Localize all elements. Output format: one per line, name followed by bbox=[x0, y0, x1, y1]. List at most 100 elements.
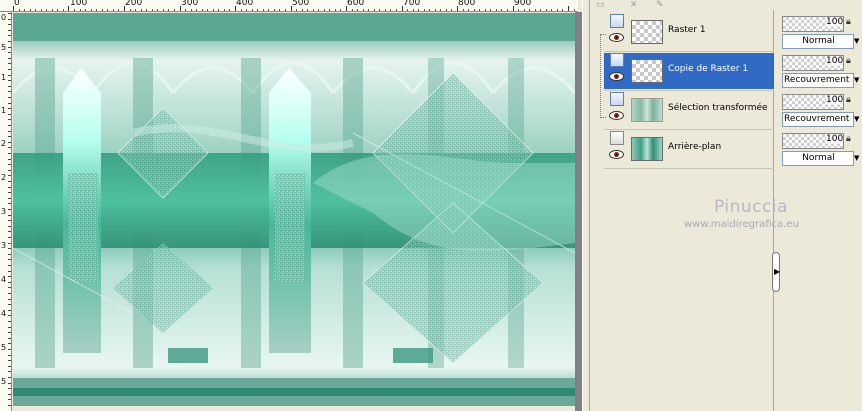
ruler-tick bbox=[307, 9, 308, 11]
new-layer-icon[interactable]: ▭ bbox=[596, 0, 605, 10]
ruler-tick bbox=[8, 355, 11, 356]
layer-row-selection-transformee[interactable]: Sélection transformée bbox=[604, 92, 774, 128]
eye-visibility-icon[interactable] bbox=[609, 72, 624, 81]
ruler-tick bbox=[546, 9, 547, 11]
horizontal-ruler: 0 100 200 300 400 500 600 700 800 900 bbox=[0, 0, 578, 12]
ruler-tick bbox=[8, 30, 11, 31]
ruler-tick bbox=[357, 9, 358, 11]
ruler-label: 4 bbox=[1, 275, 7, 284]
layer-thumbnail bbox=[631, 98, 663, 122]
ruler-tick bbox=[8, 383, 11, 384]
ruler-tick bbox=[8, 24, 11, 25]
ruler-tick bbox=[8, 164, 11, 165]
ruler-tick bbox=[8, 304, 11, 305]
ruler-tick bbox=[202, 9, 203, 11]
ruler-tick bbox=[41, 9, 42, 11]
divider bbox=[604, 168, 774, 169]
layers-toolbar: ▭ ✕ ✎ bbox=[590, 0, 780, 10]
blend-mode-select[interactable]: Recouvrement bbox=[782, 73, 854, 88]
divider bbox=[604, 90, 774, 91]
ruler-tick bbox=[8, 243, 11, 244]
ruler-tick bbox=[335, 9, 336, 11]
ruler-tick bbox=[352, 9, 353, 11]
ruler-tick bbox=[8, 332, 11, 333]
ruler-tick bbox=[174, 9, 175, 11]
ruler-tick bbox=[8, 215, 11, 216]
ruler-tick bbox=[152, 9, 153, 11]
ruler-tick bbox=[540, 9, 541, 11]
layer-thumbnail bbox=[631, 59, 663, 83]
image-canvas[interactable] bbox=[13, 13, 575, 406]
lock-icon[interactable]: 🔒︎ bbox=[846, 56, 856, 68]
ruler-tick bbox=[507, 9, 508, 11]
ruler-label: 100 bbox=[70, 0, 88, 8]
ruler-tick bbox=[146, 9, 147, 11]
ruler-tick bbox=[8, 315, 11, 316]
edit-icon[interactable]: ✎ bbox=[656, 0, 664, 10]
ruler-label: 4 bbox=[1, 309, 7, 318]
ruler-tick bbox=[8, 80, 11, 81]
ruler-tick bbox=[135, 9, 136, 11]
chevron-down-icon[interactable]: ▼ bbox=[854, 34, 862, 49]
blend-mode-select[interactable]: Recouvrement bbox=[782, 112, 854, 127]
ruler-tick bbox=[130, 9, 131, 11]
ruler-label: 5 bbox=[1, 43, 7, 52]
ruler-label: 1 bbox=[1, 106, 7, 115]
ruler-tick bbox=[513, 6, 514, 11]
layer-thumbnail bbox=[631, 20, 663, 44]
ruler-label: 900 bbox=[514, 0, 532, 8]
ruler-tick bbox=[80, 9, 81, 11]
layer-row-copie-de-raster-1[interactable]: Copie de Raster 1 bbox=[604, 53, 774, 89]
ruler-tick bbox=[8, 276, 11, 277]
ruler-tick bbox=[8, 181, 11, 182]
ruler-tick bbox=[8, 153, 11, 154]
chevron-down-icon[interactable]: ▼ bbox=[854, 73, 862, 88]
blend-mode-select[interactable]: Normal bbox=[782, 34, 854, 49]
ruler-label: 3 bbox=[1, 241, 7, 250]
ruler-tick bbox=[429, 9, 430, 11]
ruler-tick bbox=[302, 9, 303, 11]
opacity-value: 100 bbox=[826, 134, 844, 144]
ruler-tick bbox=[8, 226, 11, 227]
eye-visibility-icon[interactable] bbox=[609, 33, 624, 42]
ruler-tick bbox=[107, 9, 108, 11]
panel-splitter[interactable] bbox=[582, 0, 590, 411]
ruler-tick bbox=[180, 6, 181, 11]
ruler-tick bbox=[8, 248, 11, 249]
ruler-tick bbox=[390, 9, 391, 11]
panel-collapse-handle[interactable]: ▶ bbox=[772, 252, 780, 292]
ruler-tick bbox=[8, 343, 11, 344]
ruler-tick bbox=[396, 9, 397, 11]
layer-props-arriere-plan: 100 🔒︎ Normal ▼ bbox=[782, 133, 862, 169]
chevron-down-icon[interactable]: ▼ bbox=[854, 151, 862, 166]
ruler-tick bbox=[8, 287, 11, 288]
ruler-label: 800 bbox=[458, 0, 476, 8]
ruler-tick bbox=[8, 192, 11, 193]
ruler-tick bbox=[63, 9, 64, 11]
layer-name: Copie de Raster 1 bbox=[668, 64, 749, 74]
ruler-tick bbox=[8, 360, 11, 361]
ruler-tick bbox=[479, 9, 480, 11]
raster-layer-icon bbox=[610, 92, 624, 106]
eye-visibility-icon[interactable] bbox=[609, 111, 624, 120]
canvas-border bbox=[575, 12, 582, 411]
ruler-tick bbox=[8, 187, 11, 188]
blend-mode-select[interactable]: Normal bbox=[782, 151, 854, 166]
ruler-label: 600 bbox=[347, 0, 365, 8]
delete-layer-icon[interactable]: ✕ bbox=[630, 0, 638, 10]
background-layer-icon bbox=[610, 131, 624, 145]
ruler-tick bbox=[8, 338, 11, 339]
chevron-down-icon[interactable]: ▼ bbox=[854, 112, 862, 127]
ruler-tick bbox=[8, 159, 11, 160]
lock-icon[interactable]: 🔒︎ bbox=[846, 95, 856, 107]
lock-icon[interactable]: 🔒︎ bbox=[846, 134, 856, 146]
ruler-label: 200 bbox=[125, 0, 143, 8]
layer-name: Arrière-plan bbox=[668, 142, 722, 152]
ruler-tick bbox=[557, 9, 558, 11]
lock-icon[interactable]: 🔒︎ bbox=[846, 17, 856, 29]
layer-row-arriere-plan[interactable]: Arrière-plan bbox=[604, 131, 774, 167]
ruler-tick bbox=[8, 119, 11, 120]
eye-visibility-icon[interactable] bbox=[609, 150, 624, 159]
layer-row-raster-1[interactable]: Raster 1 bbox=[604, 14, 774, 50]
ruler-tick bbox=[8, 299, 11, 300]
